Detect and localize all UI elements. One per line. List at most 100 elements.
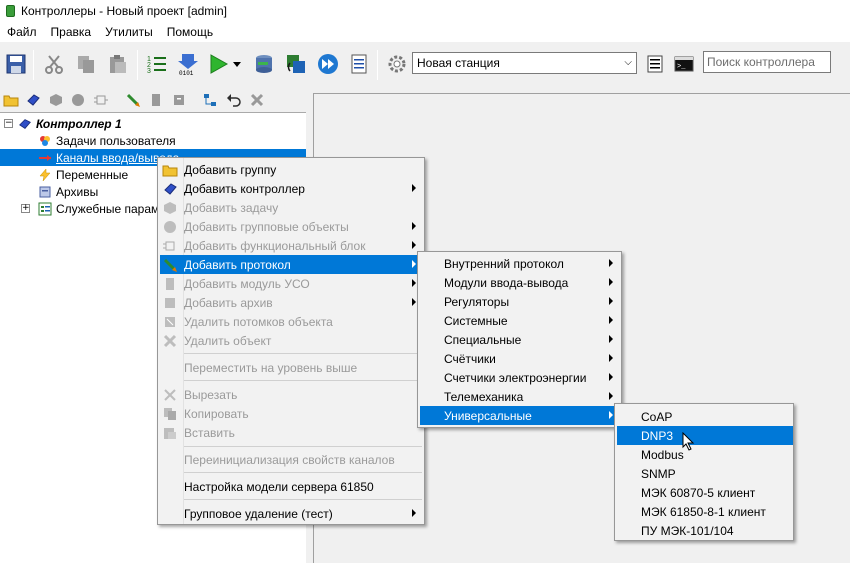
tree-item-archives[interactable]: Архивы [38,183,98,200]
tree-item-controller[interactable]: − Контроллер 1 [4,115,122,132]
archive-icon [38,185,52,199]
menu-item-label: Удалить потомков объекта [184,314,333,329]
database-icon[interactable] [252,52,276,76]
run-dropdown-icon[interactable] [230,52,244,76]
menu-item-label: SNMP [641,466,676,481]
tree-item-variables[interactable]: Переменные [38,166,128,183]
menu-add-group[interactable]: Добавить группу [160,160,424,179]
menu-utilities[interactable]: Утилиты [98,25,160,39]
controller-icon[interactable] [25,92,41,108]
download-binary-icon[interactable]: 0101 [176,52,200,76]
submenu-io-modules[interactable]: Модули ввода-вывода [420,273,621,292]
menu-item-label: Добавить архив [184,295,273,310]
copy-icon[interactable] [74,52,98,76]
protocol-iec-60870-5-client[interactable]: МЭК 60870-5 клиент [617,483,793,502]
submenu-universal[interactable]: Универсальные [420,406,621,425]
submenu-arrow-icon [609,278,613,286]
tree-move-icon[interactable] [202,92,218,108]
sync-icon[interactable] [284,52,308,76]
menu-copy[interactable]: Копировать [160,404,424,423]
cut-icon[interactable] [42,52,66,76]
group-objects-icon[interactable] [70,92,86,108]
numbered-list-icon[interactable]: 123 [145,52,169,76]
submenu-special[interactable]: Специальные [420,330,621,349]
menu-add-function-block[interactable]: Добавить функциональный блок [160,236,424,255]
gear-icon[interactable] [385,52,409,76]
task-icon[interactable] [48,92,64,108]
document-icon[interactable] [347,52,371,76]
task-icon [162,200,178,216]
checklist-icon [38,202,52,216]
fast-forward-icon[interactable] [316,52,340,76]
menu-group-delete[interactable]: Групповое удаление (тест) [160,504,424,523]
protocol-coap[interactable]: CoAP [617,407,793,426]
protocol-dnp3[interactable]: DNP3 [617,426,793,445]
submenu-regulators[interactable]: Регуляторы [420,292,621,311]
menu-item-label: Добавить задачу [184,200,279,215]
menu-delete-children[interactable]: Удалить потомков объекта [160,312,424,331]
menu-add-protocol[interactable]: Добавить протокол [160,255,424,274]
menu-item-label: Вставить [184,425,235,440]
menu-item-label: Счётчики [444,351,496,366]
submenu-arrow-icon [412,241,416,249]
menu-edit[interactable]: Правка [44,25,99,39]
lightning-icon [38,167,52,182]
search-input[interactable] [703,51,831,73]
menu-add-task[interactable]: Добавить задачу [160,198,424,217]
function-block-icon[interactable] [93,92,109,108]
menu-add-archive[interactable]: Добавить архив [160,293,424,312]
menu-add-controller[interactable]: Добавить контроллер [160,179,424,198]
collapse-icon[interactable]: − [4,119,13,128]
menu-delete-object[interactable]: Удалить объект [160,331,424,350]
protocol-modbus[interactable]: Modbus [617,445,793,464]
tree-item-user-tasks[interactable]: Задачи пользователя [38,132,176,149]
mouse-cursor-icon [682,431,696,455]
protocol-submenu: Внутренний протокол Модули ввода-вывода … [417,251,622,428]
submenu-telemechanics[interactable]: Телемеханика [420,387,621,406]
submenu-system[interactable]: Системные [420,311,621,330]
submenu-internal-protocol[interactable]: Внутренний протокол [420,254,621,273]
menu-item-label: Телемеханика [444,389,524,404]
tree-item-label: Архивы [56,184,99,199]
delete-icon[interactable] [249,92,265,108]
menu-cut[interactable]: Вырезать [160,385,424,404]
run-icon[interactable] [206,52,230,76]
menu-item-label: Добавить групповые объекты [184,219,349,234]
menu-item-label: DNP3 [641,428,674,443]
menu-file[interactable]: Файл [0,25,44,39]
protocol-iec-101-104[interactable]: ПУ МЭК-101/104 [617,521,793,540]
submenu-arrow-icon [609,411,613,419]
submenu-arrow-icon [609,373,613,381]
menu-help[interactable]: Помощь [160,25,220,39]
list-icon[interactable] [643,52,667,76]
save-icon[interactable] [4,52,28,76]
submenu-counters[interactable]: Счётчики [420,349,621,368]
menu-bar: Файл Правка Утилиты Помощь [0,22,850,42]
tree-item-service-params[interactable]: + Служебные парам [21,200,159,217]
expand-icon[interactable]: + [21,204,30,213]
menu-move-up-level[interactable]: Переместить на уровень выше [160,358,424,377]
menu-item-label: Добавить протокол [184,257,291,272]
paste-icon[interactable] [106,52,130,76]
station-select[interactable]: Новая станция ⌵ [412,52,637,74]
title-bar: Контроллеры - Новый проект [admin] [0,0,850,22]
protocol-icon[interactable] [125,92,141,108]
submenu-energy-meters[interactable]: Счетчики электроэнергии [420,368,621,387]
undo-icon[interactable] [226,92,242,108]
folder-icon[interactable] [3,92,19,108]
svg-text:>_: >_ [677,63,686,71]
submenu-arrow-icon [609,335,613,343]
menu-item-label: Внутренний протокол [444,256,564,271]
menu-add-group-objects[interactable]: Добавить групповые объекты [160,217,424,236]
menu-server-model-61850[interactable]: Настройка модели сервера 61850 [160,477,424,496]
module-icon[interactable] [148,92,164,108]
protocol-snmp[interactable]: SNMP [617,464,793,483]
menu-reinit-channels[interactable]: Переинициализация свойств каналов [160,450,424,469]
terminal-icon[interactable]: >_ [672,52,696,76]
archive-icon[interactable] [171,92,187,108]
menu-item-label: Модули ввода-вывода [444,275,569,290]
protocol-iec-61850-8-1-client[interactable]: МЭК 61850-8-1 клиент [617,502,793,521]
menu-paste[interactable]: Вставить [160,423,424,442]
menu-item-label: Удалить объект [184,333,272,348]
menu-add-io-module[interactable]: Добавить модуль УСО [160,274,424,293]
